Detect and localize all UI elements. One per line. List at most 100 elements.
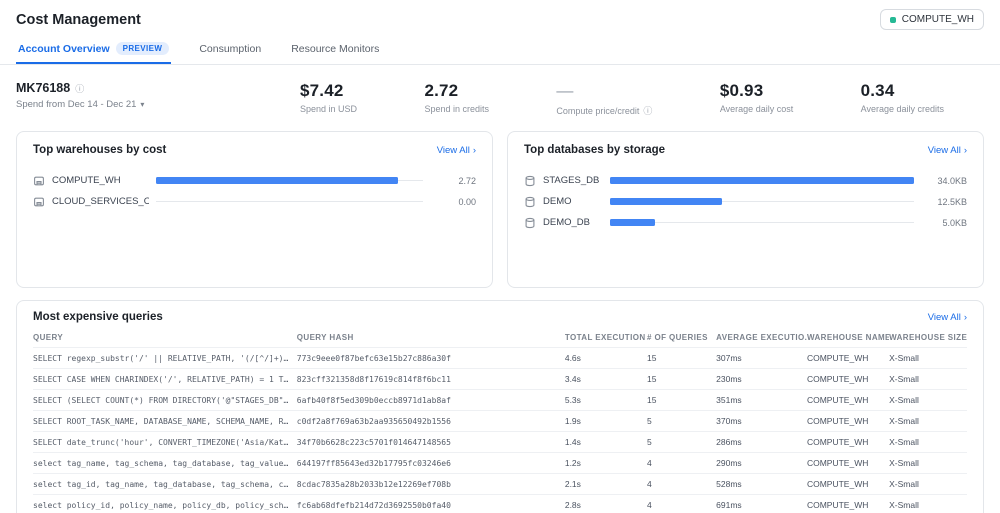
metric-cell: 370ms [716,410,807,432]
warehouse-selector-button[interactable]: COMPUTE_WH [879,9,984,30]
query-text-cell: select policy_id, policy_name, policy_db… [33,494,297,513]
warehouse-icon [33,175,45,187]
query-hash-cell: 6afb40f8f5ed309b0eccb8971d1ab8af [296,389,565,411]
column-header: WAREHOUSE NAME [806,333,890,342]
metric-cell: 230ms [716,368,807,390]
bar-fill [156,177,399,184]
metric-cell: 1.4s [564,431,647,453]
metric-cell: X-Small [889,389,967,411]
bar-label: DEMO [543,196,572,207]
metric-cell: 1.2s [564,452,647,474]
bar-row[interactable]: CLOUD_SERVICES_ONLY 0.00 [33,191,476,212]
metric-cell: X-Small [889,494,967,513]
info-icon: ⓘ [643,106,653,116]
tab-consumption[interactable]: Consumption [197,36,263,64]
metric-cell: 15 [647,347,717,369]
account-block: MK76188 ⓘ Spend from Dec 14 - Dec 21 ▾ [16,81,234,110]
table-row[interactable]: SELECT date_trunc('hour', CONVERT_TIMEZO… [33,431,967,453]
metric-label: Spend in credits [424,104,489,114]
metric-cell: 4 [647,494,717,513]
metric-cell: X-Small [889,410,967,432]
page-title: Cost Management [16,11,141,28]
table-row[interactable]: SELECT ROOT_TASK_NAME, DATABASE_NAME, SC… [33,410,967,432]
view-all-link[interactable]: View All › [928,312,967,323]
query-text-cell: select tag_id, tag_name, tag_database, t… [33,473,297,495]
metric-cell: 15 [647,368,717,390]
bar-row[interactable]: DEMO 12.5KB [524,191,967,212]
table-row[interactable]: SELECT (SELECT COUNT(*) FROM DIRECTORY('… [33,389,967,411]
metric-cell: X-Small [889,473,967,495]
query-hash-cell: 34f70b6628c223c5701f014647148565 [296,431,565,453]
metric-cell: 5 [647,410,717,432]
bar-row[interactable]: DEMO_DB 5.0KB [524,212,967,233]
chevron-right-icon: › [472,144,476,156]
metric-label: Compute price/credit [556,105,640,116]
metric-cell: X-Small [889,431,967,453]
metric: — Compute price/credit ⓘ [556,81,652,117]
metric-cell: COMPUTE_WH [806,431,890,453]
stats-row: MK76188 ⓘ Spend from Dec 14 - Dec 21 ▾ $… [16,65,984,131]
metric-cell: 3.4s [564,368,647,390]
bar-label: COMPUTE_WH [52,175,121,186]
metric: $0.93 Average daily cost [720,81,793,117]
panel-title: Top warehouses by cost [33,144,167,156]
column-header: QUERY [33,333,64,342]
metric-cell: 2.1s [564,473,647,495]
bar-label: STAGES_DB [543,175,600,186]
tab-bar: Account Overview PREVIEW Consumption Resour… [0,36,1000,65]
metric-cell: COMPUTE_WH [806,368,890,390]
metric-cell: COMPUTE_WH [806,347,890,369]
metric-cell: 2.8s [564,494,647,513]
date-range-selector[interactable]: Spend from Dec 14 - Dec 21 ▾ [16,99,234,110]
bar-label: DEMO_DB [543,217,590,228]
most-expensive-queries-panel: Most expensive queries View All › QUERY Q… [16,300,984,513]
metric-value: 2.72 [424,81,459,100]
query-hash-cell: 644197ff85643ed32b17795fc03246e6 [296,452,565,474]
tab-account-overview[interactable]: Account Overview PREVIEW [16,36,172,64]
metric-cell: 4 [647,452,717,474]
top-bar: Cost Management COMPUTE_WH [16,0,984,34]
database-icon [524,217,536,229]
bar-fill [610,198,722,205]
bar-value: 2.72 [458,175,476,186]
metric-cell: 15 [647,389,717,411]
top-warehouses-panel: Top warehouses by cost View All › COMPUT… [16,131,493,288]
table-row[interactable]: SELECT regexp_substr('/' || RELATIVE_PAT… [33,347,967,369]
bar-row[interactable]: COMPUTE_WH 2.72 [33,170,476,191]
metric-cell: 4 [647,473,717,495]
metric-value: $0.93 [719,81,764,100]
view-all-link[interactable]: View All › [928,145,967,156]
query-text-cell: SELECT date_trunc('hour', CONVERT_TIMEZO… [33,431,297,453]
metric-label: Spend in USD [300,104,358,114]
metric-cell: 4.6s [564,347,647,369]
table-row[interactable]: select tag_id, tag_name, tag_database, t… [33,473,967,495]
metric-label: Average daily credits [860,104,944,114]
tab-resource-monitors[interactable]: Resource Monitors [289,36,381,64]
table-row[interactable]: SELECT CASE WHEN CHARINDEX('/', RELATIVE… [33,368,967,390]
column-header: AVERAGE EXECUTIO... [716,333,807,342]
metric-cell: COMPUTE_WH [806,452,890,474]
metric-cell: 5 [647,431,717,453]
query-hash-cell: 773c9eee0f87befc63e15b27c886a30f [296,347,565,369]
column-header: # OF QUERIES [647,333,708,342]
metric-cell: X-Small [889,368,967,390]
bar-row[interactable]: STAGES_DB 34.0KB [524,170,967,191]
tab-label: Account Overview [18,42,110,55]
table-row[interactable]: select policy_id, policy_name, policy_db… [33,494,967,513]
metric-cell: 351ms [716,389,807,411]
charts-row: Top warehouses by cost View All › COMPUT… [16,131,984,288]
bar-track [610,198,914,205]
metric: 0.34 Average daily credits [861,81,944,117]
view-all-link[interactable]: View All › [437,145,476,156]
query-text-cell: SELECT ROOT_TASK_NAME, DATABASE_NAME, SC… [33,410,297,432]
tab-label: Consumption [199,42,262,55]
tab-label: Resource Monitors [291,42,380,55]
query-text-cell: SELECT (SELECT COUNT(*) FROM DIRECTORY('… [33,389,297,411]
bar-value: 34.0KB [937,175,967,186]
metric: 2.72 Spend in credits [424,81,489,117]
metric-cell: 5.3s [564,389,647,411]
bar-label: CLOUD_SERVICES_ONLY [52,196,149,207]
table-row[interactable]: select tag_name, tag_schema, tag_databas… [33,452,967,474]
query-hash-cell: 823cff321358d8f17619c814f8f6bc11 [296,368,565,390]
metric-value: $7.42 [300,81,344,100]
